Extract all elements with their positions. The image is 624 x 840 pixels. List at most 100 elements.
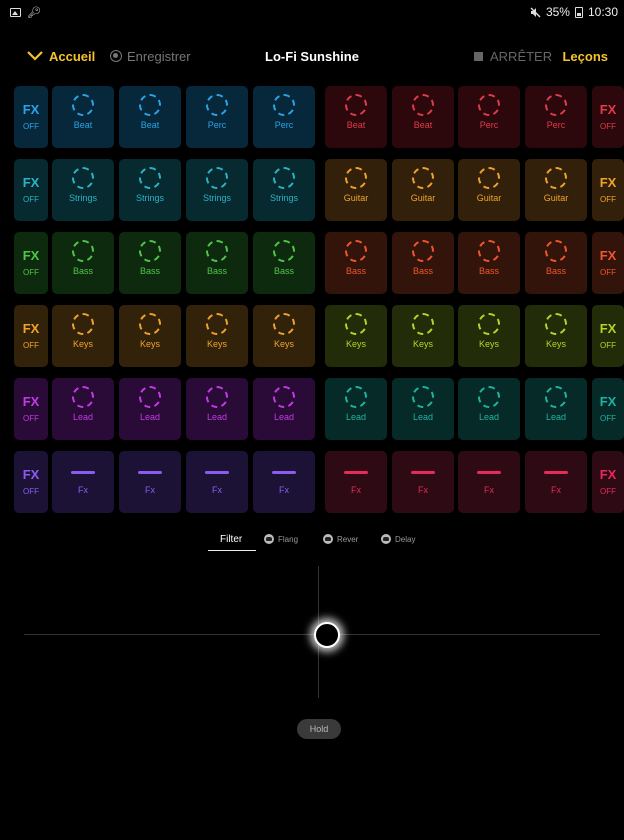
hold-button[interactable]: Hold — [297, 719, 341, 739]
pad-right-row-6-col-4[interactable]: Fx — [525, 451, 587, 513]
pad-right-row-4-col-4[interactable]: Keys — [525, 305, 587, 367]
pad-right-row-4-col-2[interactable]: Keys — [392, 305, 454, 367]
fx-toggle-left-row-6[interactable]: FX OFF — [14, 451, 48, 513]
pad-left-row-3-col-3[interactable]: Bass — [186, 232, 248, 294]
pad-left-row-3-col-4[interactable]: Bass — [253, 232, 315, 294]
pad-label: Perc — [207, 120, 227, 130]
pad-left-row-6-col-3[interactable]: Fx — [186, 451, 248, 513]
tab-label: Flang — [278, 534, 299, 544]
pad-left-row-5-col-1[interactable]: Lead — [52, 378, 114, 440]
pad-right-row-2-col-1[interactable]: Guitar — [325, 159, 387, 221]
pad-label: Keys — [72, 339, 93, 349]
pad-right-row-5-col-1[interactable]: Lead — [325, 378, 387, 440]
pad-right-row-2-col-3[interactable]: Guitar — [458, 159, 520, 221]
fx-label: FX — [22, 394, 40, 409]
pad-right-row-2-col-4[interactable]: Guitar — [525, 159, 587, 221]
pad-right-row-4-col-1[interactable]: Keys — [325, 305, 387, 367]
fx-toggle-left-row-2[interactable]: FX OFF — [14, 159, 48, 221]
pad-left-row-1-col-4[interactable]: Perc — [253, 86, 315, 148]
pad-right-row-3-col-2[interactable]: Bass — [392, 232, 454, 294]
pad-right-row-1-col-2[interactable]: Beat — [392, 86, 454, 148]
pad-left-row-4-col-1[interactable]: Keys — [52, 305, 114, 367]
pad-label: Bass — [206, 266, 227, 276]
loop-ring-icon — [273, 240, 295, 262]
loop-ring-icon — [478, 386, 500, 408]
pad-left-row-6-col-2[interactable]: Fx — [119, 451, 181, 513]
pad-left-row-4-col-2[interactable]: Keys — [119, 305, 181, 367]
pad-right-row-5-col-3[interactable]: Lead — [458, 378, 520, 440]
record-button[interactable]: Enregistrer — [110, 49, 191, 64]
pad-right-row-6-col-2[interactable]: Fx — [392, 451, 454, 513]
loop-ring-icon — [478, 313, 500, 335]
pad-label: Perc — [479, 120, 499, 130]
xy-pad[interactable] — [24, 566, 600, 698]
pad-right-row-6-col-1[interactable]: Fx — [325, 451, 387, 513]
fx-toggle-left-row-5[interactable]: FX OFF — [14, 378, 48, 440]
fx-toggle-left-row-1[interactable]: FX OFF — [14, 86, 48, 148]
loop-ring-icon — [206, 313, 228, 335]
tab-rever[interactable]: Rever — [323, 534, 358, 544]
xy-pad-handle[interactable] — [314, 622, 340, 648]
fx-toggle-left-row-3[interactable]: FX OFF — [14, 232, 48, 294]
pad-left-row-6-col-4[interactable]: Fx — [253, 451, 315, 513]
pad-label: Strings — [135, 193, 164, 203]
pad-right-row-1-col-4[interactable]: Perc — [525, 86, 587, 148]
pad-left-row-2-col-3[interactable]: Strings — [186, 159, 248, 221]
loop-ring-icon — [206, 167, 228, 189]
pad-label: Bass — [139, 266, 160, 276]
loop-ring-icon — [345, 167, 367, 189]
pad-left-row-1-col-3[interactable]: Perc — [186, 86, 248, 148]
pad-right-row-6-col-3[interactable]: Fx — [458, 451, 520, 513]
pad-left-row-4-col-3[interactable]: Keys — [186, 305, 248, 367]
fx-label: FX — [599, 394, 617, 409]
fx-toggle-right-row-5[interactable]: FX OFF — [592, 378, 624, 440]
tab-filter[interactable]: Filter — [220, 534, 242, 545]
pad-right-row-3-col-3[interactable]: Bass — [458, 232, 520, 294]
pad-left-row-4-col-4[interactable]: Keys — [253, 305, 315, 367]
pad-left-row-6-col-1[interactable]: Fx — [52, 451, 114, 513]
pad-right-row-1-col-1[interactable]: Beat — [325, 86, 387, 148]
fx-toggle-right-row-4[interactable]: FX OFF — [592, 305, 624, 367]
stop-icon — [474, 51, 483, 61]
pad-left-row-5-col-3[interactable]: Lead — [186, 378, 248, 440]
pad-label: Fx — [78, 485, 88, 495]
fx-toggle-right-row-1[interactable]: FX OFF — [592, 86, 624, 148]
pad-label: Lead — [273, 412, 295, 422]
dash-icon — [272, 471, 296, 474]
lessons-button[interactable]: Leçons — [562, 49, 608, 64]
pad-right-row-5-col-4[interactable]: Lead — [525, 378, 587, 440]
loop-ring-icon — [72, 386, 94, 408]
clock: 10:30 — [587, 5, 618, 19]
pad-left-row-2-col-4[interactable]: Strings — [253, 159, 315, 221]
pad-left-row-5-col-4[interactable]: Lead — [253, 378, 315, 440]
pad-left-row-5-col-2[interactable]: Lead — [119, 378, 181, 440]
pad-left-row-3-col-1[interactable]: Bass — [52, 232, 114, 294]
battery-icon — [574, 6, 583, 18]
pad-right-row-3-col-1[interactable]: Bass — [325, 232, 387, 294]
home-button[interactable]: Accueil — [27, 49, 95, 64]
pad-left-row-3-col-2[interactable]: Bass — [119, 232, 181, 294]
fx-toggle-right-row-2[interactable]: FX OFF — [592, 159, 624, 221]
pad-right-row-2-col-2[interactable]: Guitar — [392, 159, 454, 221]
pad-left-row-2-col-2[interactable]: Strings — [119, 159, 181, 221]
fx-toggle-left-row-4[interactable]: FX OFF — [14, 305, 48, 367]
hand-icon — [323, 534, 333, 544]
pad-label: Bass — [478, 266, 499, 276]
pad-right-row-4-col-3[interactable]: Keys — [458, 305, 520, 367]
pad-left-row-1-col-2[interactable]: Beat — [119, 86, 181, 148]
fx-label: FX — [22, 175, 40, 190]
pad-left-row-1-col-1[interactable]: Beat — [52, 86, 114, 148]
fx-state: OFF — [23, 487, 39, 496]
pad-left-row-2-col-1[interactable]: Strings — [52, 159, 114, 221]
stop-button[interactable]: ARRÊTER — [474, 49, 552, 64]
pad-right-row-3-col-4[interactable]: Bass — [525, 232, 587, 294]
pad-right-row-1-col-3[interactable]: Perc — [458, 86, 520, 148]
tab-delay[interactable]: Delay — [381, 534, 415, 544]
fx-toggle-right-row-3[interactable]: FX OFF — [592, 232, 624, 294]
pad-label: Strings — [202, 193, 231, 203]
fx-toggle-right-row-6[interactable]: FX OFF — [592, 451, 624, 513]
loop-ring-icon — [139, 167, 161, 189]
pad-label: Lead — [412, 412, 434, 422]
tab-flang[interactable]: Flang — [264, 534, 298, 544]
pad-right-row-5-col-2[interactable]: Lead — [392, 378, 454, 440]
